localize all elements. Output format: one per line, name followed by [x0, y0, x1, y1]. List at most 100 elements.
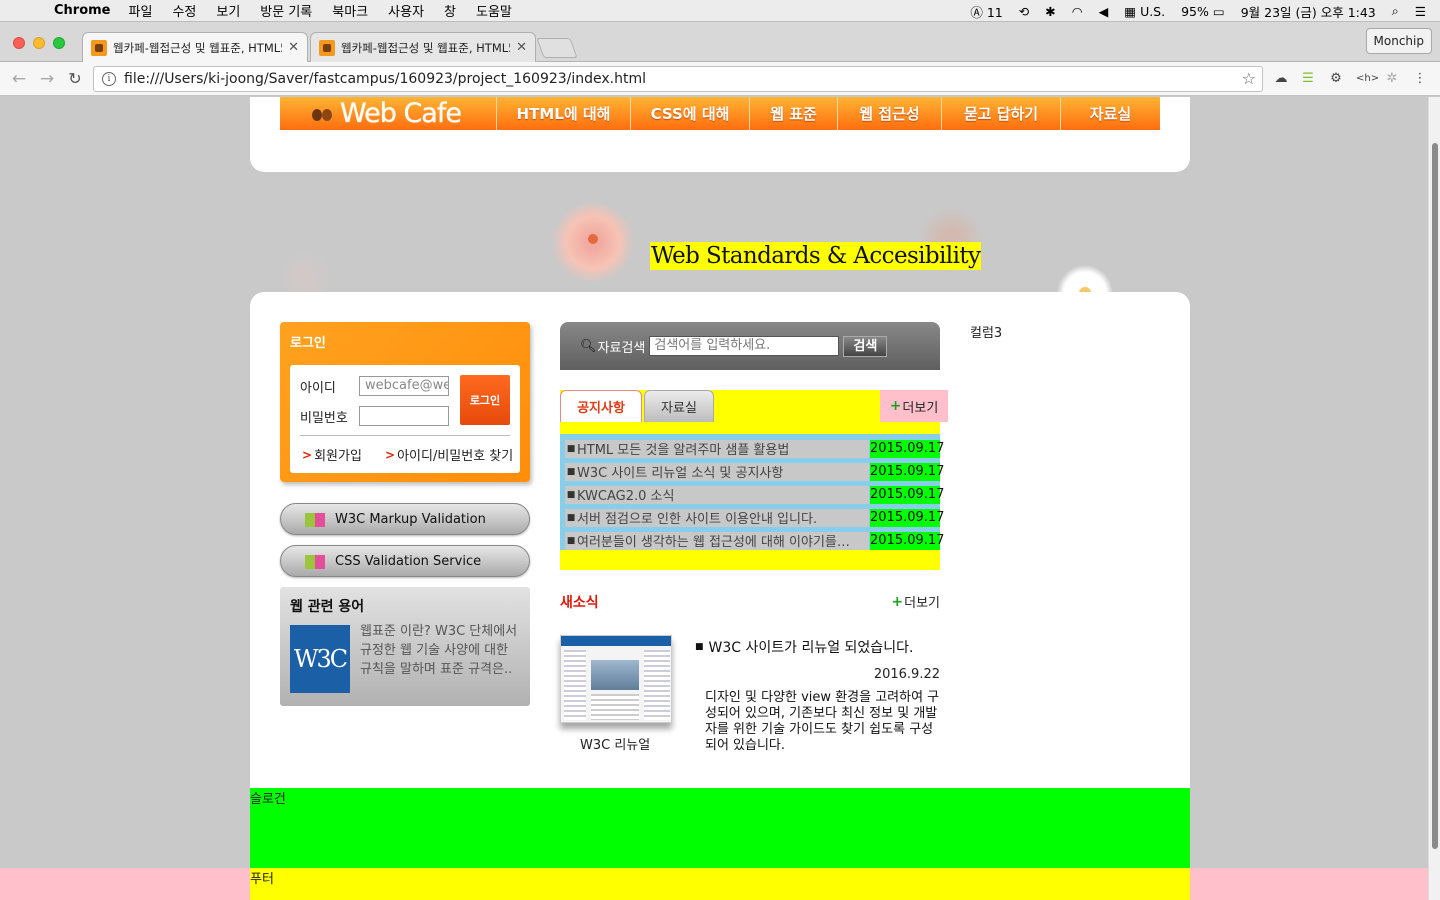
scrollbar-thumb[interactable] [1432, 143, 1438, 849]
site-logo[interactable]: Web Cafe [280, 97, 497, 130]
password-field[interactable] [359, 406, 449, 426]
news-thumbnail[interactable] [560, 635, 672, 723]
list-item[interactable]: ■ W3C 사이트 리뉴얼 소식 및 공지사항 2015.09.17 [560, 460, 944, 483]
glossary-text[interactable]: 웹표준 이란? W3C 단체에서 규정한 웹 기술 사양에 대한 규칙을 말하며… [360, 622, 524, 679]
notice-date: 2015.09.17 [870, 486, 945, 504]
notification-count-icon[interactable]: Ⓐ 11 [970, 2, 1002, 21]
search-input[interactable]: 검색어를 입력하세요. [649, 336, 840, 356]
nav-item-accessibility[interactable]: 웹 접근성 [838, 97, 942, 130]
input-source[interactable]: ▦ U.S. [1124, 4, 1165, 19]
notice-more-link[interactable]: + 더보기 [880, 390, 948, 422]
coffee-beans-icon [312, 107, 334, 121]
browser-tab-2[interactable]: 웹카페-웹접근성 및 웹표준, HTML5 ✕ [310, 32, 536, 62]
address-bar[interactable]: i file:///Users/ki-joong/Saver/fastcampu… [93, 66, 1263, 92]
profile-button[interactable]: Monchip [1365, 28, 1432, 54]
chevron-right-icon: > [302, 447, 313, 462]
browser-tab-1[interactable]: 웹카페-웹접근성 및 웹표준, HTML5 ✕ [82, 32, 308, 62]
visual-tagline: Web Standards & Accesibility [650, 242, 982, 270]
css-validation-button[interactable]: CSS Validation Service [280, 545, 530, 577]
reload-icon[interactable]: ↻ [64, 68, 86, 90]
list-item[interactable]: ■ 서버 점검으로 인한 사이트 이용안내 입니다. 2015.09.17 [560, 506, 944, 529]
logo-text: Web Cafe [340, 98, 462, 129]
forward-arrow-icon[interactable]: → [36, 68, 58, 90]
app-name-menu[interactable]: Chrome [54, 3, 111, 18]
menu-file[interactable]: 파일 [129, 1, 153, 20]
news-headline[interactable]: ■ W3C 사이트가 리뉴얼 되었습니다. [695, 637, 940, 657]
menu-help[interactable]: 도움말 [476, 1, 512, 20]
close-window-button[interactable] [13, 37, 25, 49]
tab-title: 웹카페-웹접근성 및 웹표준, HTML5 [341, 40, 511, 55]
nav-item-qna[interactable]: 묻고 답하기 [942, 97, 1061, 130]
vertical-scrollbar[interactable] [1428, 97, 1440, 900]
chrome-menu-icon[interactable]: ⋮ [1412, 71, 1428, 87]
back-arrow-icon[interactable]: ← [8, 68, 30, 90]
more-label: 더보기 [902, 400, 939, 416]
menu-bookmarks[interactable]: 북마크 [332, 1, 368, 20]
list-item[interactable]: ■ KWCAG2.0 소식 2015.09.17 [560, 483, 945, 506]
find-account-link[interactable]: > 아이디/비밀번호 찾기 [385, 445, 514, 465]
gear-extension-icon[interactable]: ✲ [1384, 71, 1400, 87]
nav-item-css[interactable]: CSS에 대해 [631, 97, 750, 130]
spotlight-search-icon[interactable]: ⌕ [1392, 3, 1399, 19]
notice-title: HTML 모든 것을 알려주마 샘플 활용법 [577, 443, 790, 458]
menu-history[interactable]: 방문 기록 [260, 1, 312, 20]
zoom-window-button[interactable] [53, 37, 65, 49]
nav-item-html[interactable]: HTML에 대해 [497, 97, 631, 130]
tab-notice[interactable]: 공지사항 [560, 390, 642, 422]
page-info-icon[interactable]: i [102, 72, 116, 86]
w3c-markup-validation-button[interactable]: W3C Markup Validation [280, 503, 530, 535]
login-button[interactable]: 로그인 [460, 375, 510, 425]
ladder-extension-icon[interactable]: ☰ [1300, 71, 1316, 87]
news-more-link[interactable]: + 더보기 [891, 592, 940, 612]
close-tab-icon[interactable]: ✕ [288, 40, 299, 55]
nav-item-web-standards[interactable]: 웹 표준 [750, 97, 838, 130]
search-button[interactable]: 검색 [843, 335, 888, 357]
menu-edit[interactable]: 수정 [172, 1, 196, 20]
id-field[interactable]: webcafe@webcafe.com [359, 376, 449, 396]
notice-list: ■ HTML 모든 것을 알려주마 샘플 활용법 2015.09.17 ■ W3C … [560, 434, 945, 552]
menu-view[interactable]: 보기 [216, 1, 240, 20]
menu-people[interactable]: 사용자 [388, 1, 424, 20]
page-viewport: Web Cafe HTML에 대해 CSS에 대해 웹 표준 웹 접근성 묻고 … [0, 97, 1428, 900]
search-icon: 🔍︎ [580, 338, 597, 354]
clock[interactable]: 9월 23일 (금) 오후 1:43 [1241, 2, 1376, 21]
notice-title: 여러분들이 생각하는 웹 접근성에 대해 이야기를… [577, 535, 850, 550]
bookmark-star-icon[interactable]: ☆ [1242, 69, 1256, 88]
news-date: 2016.9.22 [873, 667, 940, 682]
address-url[interactable]: file:///Users/ki-joong/Saver/fastcampus/… [124, 71, 646, 87]
divider [300, 435, 510, 436]
nav-item-resources[interactable]: 자료실 [1061, 97, 1160, 130]
browser-toolbar: ← → ↻ i file:///Users/ki-joong/Saver/fas… [0, 62, 1440, 96]
notification-center-icon[interactable]: ☰ [1415, 4, 1426, 19]
close-tab-icon[interactable]: ✕ [516, 40, 527, 55]
time-machine-icon[interactable]: ⟲ [1019, 4, 1029, 19]
headings-extension-icon[interactable]: <h> [1356, 71, 1379, 87]
news-title: 새소식 [560, 595, 599, 611]
footer: 푸터 [250, 868, 1190, 900]
wifi-icon[interactable]: ◠ [1072, 4, 1083, 19]
status-area: Ⓐ 11 ⟲ ✱ ◠ ◀ ▦ U.S. 95% ▭ 9월 23일 (금) 오후 … [970, 0, 1426, 22]
news-article: ■ W3C 사이트가 리뉴얼 되었습니다. 2016.9.22 디자인 및 다양… [695, 637, 940, 754]
volume-icon[interactable]: ◀ [1099, 4, 1109, 19]
cube-icon [305, 510, 325, 528]
menu-window[interactable]: 창 [444, 1, 456, 20]
settings-extension-icon[interactable]: ⚙ [1328, 71, 1344, 87]
bluetooth-icon[interactable]: ✱ [1045, 4, 1055, 19]
cloud-extension-icon[interactable]: ☁ [1273, 71, 1289, 87]
new-tab-button[interactable] [536, 38, 578, 58]
w3c-logo: W3C [290, 625, 350, 693]
list-item[interactable]: ■ 여러분들이 생각하는 웹 접근성에 대해 이야기를… 2015.09.17 [560, 529, 944, 552]
battery-status[interactable]: 95% ▭ [1181, 4, 1225, 19]
input-source-label: U.S. [1140, 3, 1166, 19]
tab-resources[interactable]: 자료실 [644, 390, 714, 422]
notification-count: 11 [986, 4, 1003, 20]
find-account-label: 아이디/비밀번호 찾기 [397, 449, 514, 464]
bullet-icon: ■ [566, 466, 576, 477]
column-3: 컬럼3 [970, 326, 1003, 341]
macos-menubar: Chrome 파일 수정 보기 방문 기록 북마크 사용자 창 도움말 Ⓐ 11… [0, 0, 1440, 22]
join-link[interactable]: > 회원가입 [302, 445, 362, 465]
browser-tabbar: 웹카페-웹접근성 및 웹표준, HTML5 ✕ 웹카페-웹접근성 및 웹표준, … [0, 22, 1440, 62]
notice-title: KWCAG2.0 소식 [577, 489, 675, 504]
list-item[interactable]: ■ HTML 모든 것을 알려주마 샘플 활용법 2015.09.17 [560, 437, 944, 460]
minimize-window-button[interactable] [33, 37, 45, 49]
